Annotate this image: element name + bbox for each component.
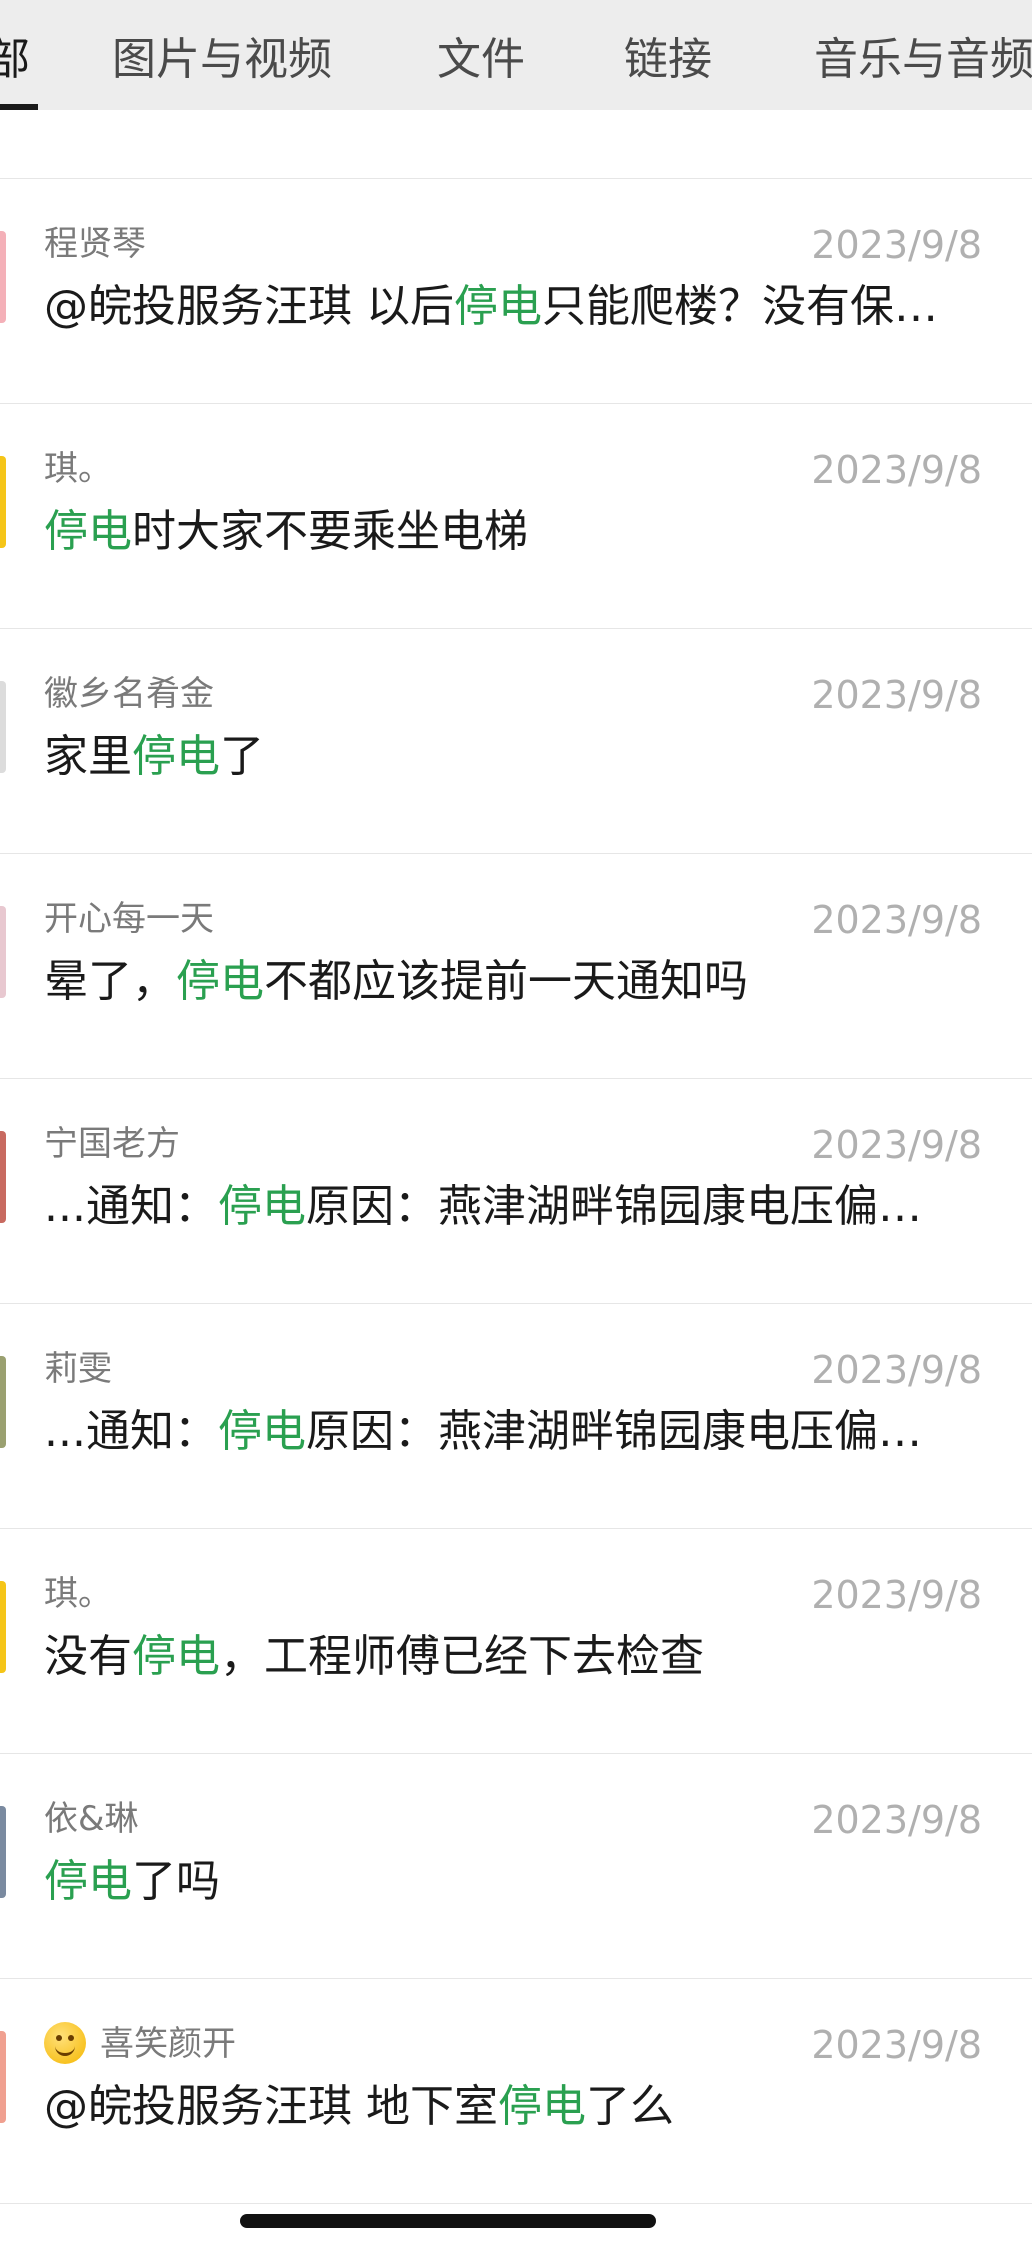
avatar[interactable]: [0, 1581, 6, 1673]
snippet-text-before: ...通知：: [44, 1181, 218, 1232]
search-keyword-highlight: 停电: [176, 956, 264, 1007]
list-top-gap: [0, 110, 1032, 179]
message-snippet: @皖投服务汪琪 地下室停电了么: [44, 2079, 984, 2135]
sender-name: 莉雯: [44, 1348, 112, 1390]
search-keyword-highlight: 停电: [132, 731, 220, 782]
message-snippet: 没有停电，工程师傅已经下去检查: [44, 1629, 984, 1685]
snippet-text-before: @皖投服务汪琪 地下室: [44, 2081, 498, 2132]
snippet-text-after: 了么: [586, 2081, 674, 2132]
snippet-text-after: 了: [220, 731, 264, 782]
result-row[interactable]: 宁国老方 2023/9/8 ...通知：停电原因：燕津湖畔锦园康电压偏…: [0, 1079, 1032, 1304]
tab-photos-videos[interactable]: 图片与视频: [112, 34, 332, 86]
message-snippet: ...通知：停电原因：燕津湖畔锦园康电压偏…: [44, 1404, 984, 1460]
sender-name-text: 莉雯: [44, 1349, 112, 1389]
search-keyword-highlight: 停电: [454, 281, 542, 332]
snippet-text-before: 家里: [44, 731, 132, 782]
tab-links[interactable]: 链接: [624, 34, 712, 86]
sender-name: 徽乡名肴金: [44, 673, 214, 715]
message-date: 2023/9/8: [811, 673, 982, 717]
sender-name-text: 宁国老方: [44, 1124, 180, 1164]
sender-name: 喜笑颜开: [44, 2021, 236, 2067]
sender-name: 依&琳: [44, 1798, 139, 1840]
result-row[interactable]: 开心每一天 2023/9/8 晕了，停电不都应该提前一天通知吗: [0, 854, 1032, 1079]
tab-files[interactable]: 文件: [437, 34, 525, 86]
snippet-text-after: ，工程师傅已经下去检查: [220, 1631, 704, 1682]
result-row[interactable]: 琪。 2023/9/8 没有停电，工程师傅已经下去检查: [0, 1529, 1032, 1754]
result-row[interactable]: 依&琳 2023/9/8 停电了吗: [0, 1754, 1032, 1979]
search-keyword-highlight: 停电: [44, 1856, 132, 1907]
result-row[interactable]: 喜笑颜开 2023/9/8 @皖投服务汪琪 地下室停电了么: [0, 1979, 1032, 2204]
message-date: 2023/9/8: [811, 2023, 982, 2067]
avatar[interactable]: [0, 906, 6, 998]
avatar[interactable]: [0, 1806, 6, 1898]
message-date: 2023/9/8: [811, 1348, 982, 1392]
sender-name-text: 程贤琴: [44, 224, 146, 264]
search-keyword-highlight: 停电: [44, 506, 132, 557]
tab-all[interactable]: 部: [0, 34, 30, 86]
sender-name-text: 开心每一天: [44, 899, 214, 939]
avatar[interactable]: [0, 681, 6, 773]
avatar[interactable]: [0, 2031, 6, 2123]
sender-name: 宁国老方: [44, 1123, 180, 1165]
message-date: 2023/9/8: [811, 223, 982, 267]
home-indicator: [240, 2214, 656, 2228]
message-snippet: 停电时大家不要乘坐电梯: [44, 504, 984, 560]
avatar[interactable]: [0, 1131, 6, 1223]
search-keyword-highlight: 停电: [217, 1406, 306, 1457]
snippet-text-before: @皖投服务汪琪 以后: [44, 281, 454, 332]
message-date: 2023/9/8: [811, 448, 982, 492]
search-keyword-highlight: 停电: [217, 1181, 306, 1232]
snippet-text-after: 不都应该提前一天通知吗: [264, 956, 748, 1007]
message-date: 2023/9/8: [811, 898, 982, 942]
sender-name: 开心每一天: [44, 898, 214, 940]
message-snippet: 家里停电了: [44, 729, 984, 785]
snippet-text-after: 只能爬楼？没有保…: [542, 281, 938, 332]
avatar[interactable]: [0, 456, 6, 548]
message-date: 2023/9/8: [811, 1573, 982, 1617]
avatar[interactable]: [0, 231, 6, 323]
result-row[interactable]: 莉雯 2023/9/8 ...通知：停电原因：燕津湖畔锦园康电压偏…: [0, 1304, 1032, 1529]
result-row[interactable]: 琪。 2023/9/8 停电时大家不要乘坐电梯: [0, 404, 1032, 629]
message-snippet: 停电了吗: [44, 1854, 984, 1910]
smiling-face-icon: [44, 2021, 86, 2064]
sender-name-text: 徽乡名肴金: [44, 674, 214, 714]
tab-music-audio[interactable]: 音乐与音频: [814, 34, 1032, 86]
search-keyword-highlight: 停电: [498, 2081, 586, 2132]
sender-name: 程贤琴: [44, 223, 146, 265]
snippet-text-before: 没有: [44, 1631, 132, 1682]
message-snippet: @皖投服务汪琪 以后停电只能爬楼？没有保…: [44, 279, 984, 335]
result-row[interactable]: 程贤琴 2023/9/8 @皖投服务汪琪 以后停电只能爬楼？没有保…: [0, 179, 1032, 404]
snippet-text-before: ...通知：: [44, 1406, 218, 1457]
search-keyword-highlight: 停电: [132, 1631, 220, 1682]
sender-name: 琪。: [44, 1573, 112, 1615]
sender-name-text: 依&琳: [44, 1799, 139, 1839]
sender-name-text: 琪。: [44, 449, 112, 489]
tab-bar: 部 图片与视频 文件 链接 音乐与音频: [0, 0, 1032, 110]
sender-name-text: 喜笑颜开: [100, 2024, 236, 2064]
snippet-text-after: 原因：燕津湖畔锦园康电压偏…: [305, 1181, 922, 1232]
snippet-text-before: 晕了，: [44, 956, 176, 1007]
avatar[interactable]: [0, 1356, 6, 1448]
message-snippet: 晕了，停电不都应该提前一天通知吗: [44, 954, 984, 1010]
sender-name-text: 琪。: [44, 1574, 112, 1614]
message-date: 2023/9/8: [811, 1798, 982, 1842]
message-date: 2023/9/8: [811, 1123, 982, 1167]
result-row[interactable]: 徽乡名肴金 2023/9/8 家里停电了: [0, 629, 1032, 854]
sender-name: 琪。: [44, 448, 112, 490]
snippet-text-after: 了吗: [132, 1856, 220, 1907]
message-snippet: ...通知：停电原因：燕津湖畔锦园康电压偏…: [44, 1179, 984, 1235]
search-results-list: 程贤琴 2023/9/8 @皖投服务汪琪 以后停电只能爬楼？没有保… 琪。 2023/9…: [0, 110, 1032, 2204]
snippet-text-after: 时大家不要乘坐电梯: [132, 506, 528, 557]
snippet-text-after: 原因：燕津湖畔锦园康电压偏…: [305, 1406, 922, 1457]
